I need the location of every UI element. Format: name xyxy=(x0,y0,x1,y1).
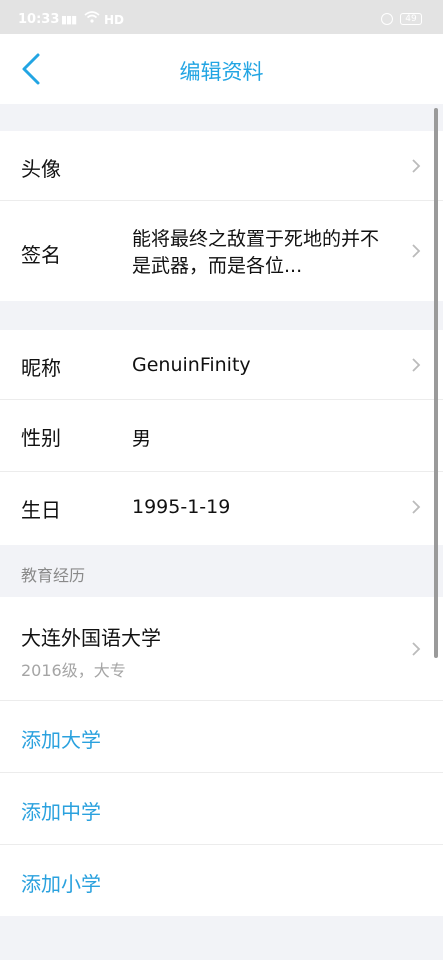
add-primary-school-label: 添加小学 xyxy=(21,872,101,896)
alarm-icon xyxy=(381,13,393,25)
battery-icon: 49 xyxy=(400,13,422,25)
nickname-label: 昵称 xyxy=(21,356,61,380)
signature-row[interactable]: 签名 能将最终之敌置于死地的并不是武器，而是各位... xyxy=(0,201,443,301)
chevron-right-icon xyxy=(412,244,421,258)
chevron-right-icon xyxy=(412,642,421,656)
gender-value: 男 xyxy=(132,428,152,450)
birthday-label: 生日 xyxy=(21,498,61,522)
status-time: 10:33 xyxy=(18,12,60,27)
signature-value: 能将最终之敌置于死地的并不是武器，而是各位... xyxy=(132,228,380,277)
education-section-header: 教育经历 xyxy=(0,545,443,597)
school-detail: 2016级，大专 xyxy=(21,661,126,680)
wifi-icon xyxy=(84,11,100,23)
add-middle-school-label: 添加中学 xyxy=(21,800,101,824)
avatar-label: 头像 xyxy=(21,157,61,181)
birthday-row[interactable]: 生日 1995-1-19 xyxy=(0,472,443,545)
add-university-button[interactable]: 添加大学 xyxy=(0,701,443,773)
page-title: 编辑资料 xyxy=(179,60,264,84)
status-bar: 10:33 ▮▮▮ HD 49 xyxy=(0,0,443,34)
add-university-label: 添加大学 xyxy=(21,728,101,752)
profile-group: 头像 签名 能将最终之敌置于死地的并不是武器，而是各位... xyxy=(0,131,443,301)
avatar-row[interactable]: 头像 xyxy=(0,131,443,201)
birthday-value: 1995-1-19 xyxy=(132,496,231,518)
nickname-value: GenuinFinity xyxy=(132,354,251,376)
nav-bar: 编辑资料 xyxy=(0,34,443,104)
info-group: 昵称 GenuinFinity 性别 男 生日 1995-1-19 xyxy=(0,330,443,545)
add-primary-school-button[interactable]: 添加小学 xyxy=(0,845,443,916)
add-middle-school-button[interactable]: 添加中学 xyxy=(0,773,443,845)
gender-row: 性别 男 xyxy=(0,400,443,472)
signature-label: 签名 xyxy=(21,243,61,267)
chevron-right-icon xyxy=(412,500,421,514)
chevron-right-icon xyxy=(412,159,421,173)
school-name: 大连外国语大学 xyxy=(21,626,161,650)
chevron-right-icon xyxy=(412,358,421,372)
education-header-label: 教育经历 xyxy=(21,566,86,585)
education-group: 大连外国语大学 2016级，大专 添加大学 添加中学 添加小学 xyxy=(0,597,443,916)
scrollbar[interactable] xyxy=(434,108,438,658)
network-type: HD xyxy=(104,13,125,27)
school-row[interactable]: 大连外国语大学 2016级，大专 xyxy=(0,597,443,701)
signal-icon: ▮▮▮ xyxy=(61,13,77,26)
nickname-row[interactable]: 昵称 GenuinFinity xyxy=(0,330,443,400)
gender-label: 性别 xyxy=(21,426,61,450)
